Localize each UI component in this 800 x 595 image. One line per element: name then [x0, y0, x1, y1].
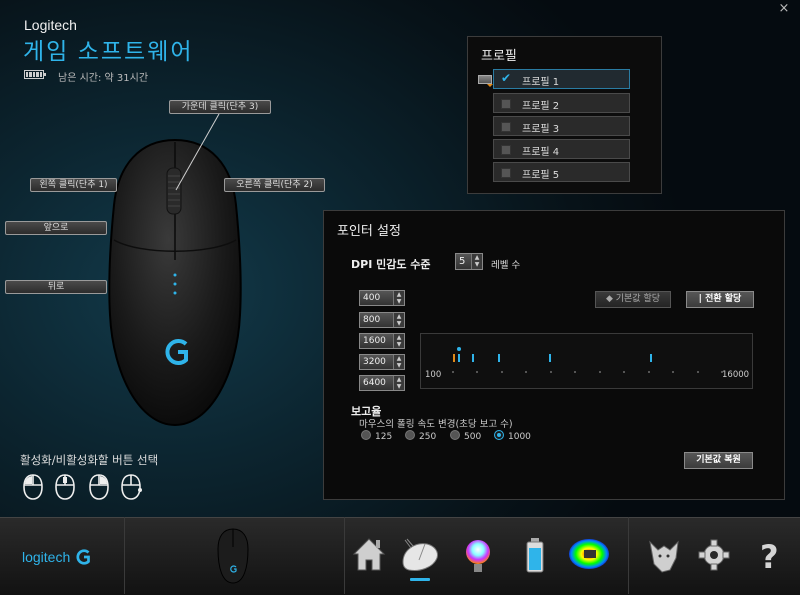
checkbox[interactable]: [501, 99, 511, 109]
profile-item-2[interactable]: 프로필 2: [493, 93, 630, 113]
assign-default-button[interactable]: ◆ 기본값 할당: [595, 291, 671, 308]
dpi-marker-800: [472, 354, 474, 362]
dpi-marker-1600: [498, 354, 500, 362]
lighting-icon[interactable]: [455, 528, 501, 584]
report-rate-500-radio[interactable]: 500: [450, 430, 481, 444]
pointer-settings-title: 포인터 설정: [337, 224, 401, 239]
checkmark-icon[interactable]: ✔: [501, 72, 511, 84]
profile-item-3[interactable]: 프로필 3: [493, 116, 630, 136]
back-button[interactable]: 뒤로: [5, 280, 107, 294]
svg-text:?: ?: [760, 538, 779, 576]
forward-button[interactable]: 앞으로: [5, 221, 107, 235]
dpi-level-2-input[interactable]: 800 ▲ ▼: [359, 312, 405, 328]
report-rate-1000-radio[interactable]: 1000: [494, 430, 531, 444]
settings-gear-icon[interactable]: [691, 528, 737, 584]
report-rate-250-radio[interactable]: 250: [405, 430, 436, 444]
dpi-level-5-input[interactable]: 6400 ▲ ▼: [359, 375, 405, 391]
help-icon[interactable]: ?: [748, 528, 794, 584]
dpi-current-indicator-icon: [457, 347, 461, 351]
dpi-marker-3200: [549, 354, 551, 362]
middle-click-button[interactable]: 가운데 클릭(단추 3): [169, 100, 271, 114]
pointer-settings-icon[interactable]: [397, 528, 443, 584]
dpi-sensitivity-label: DPI 민감도 수준: [351, 258, 431, 271]
right-click-button[interactable]: 오른쪽 클릭(단추 2): [224, 178, 325, 192]
left-click-button[interactable]: 왼쪽 클릭(단추 1): [30, 178, 117, 192]
restore-defaults-button[interactable]: 기본값 복원: [684, 452, 753, 469]
checkbox[interactable]: [501, 122, 511, 132]
profile-storage-icon[interactable]: [478, 75, 493, 87]
dpi-marker-default-icon: [453, 354, 455, 362]
report-rate-125-radio[interactable]: 125: [361, 430, 392, 444]
mouse-side-button-icon[interactable]: [120, 473, 142, 501]
active-nav-indicator: [410, 578, 430, 581]
checkbox[interactable]: [501, 168, 511, 178]
mouse-right-button-icon[interactable]: [88, 473, 110, 501]
dpi-slider-marks: [452, 347, 723, 373]
dpi-level-count-stepper[interactable]: 5 ▲ ▼: [455, 253, 483, 270]
mouse-left-button-icon[interactable]: [22, 473, 44, 501]
heatmap-icon[interactable]: [566, 528, 612, 584]
battery-status-icon[interactable]: [512, 528, 558, 584]
profile-item-1[interactable]: ✔ 프로필 1: [493, 69, 630, 89]
report-rate-description: 마우스의 폴링 속도 변경(초당 보고 수): [359, 419, 513, 430]
dpi-level-4-input[interactable]: 3200 ▲ ▼: [359, 354, 405, 370]
slider-min-label: 100: [425, 370, 442, 380]
dpi-marker-400: [458, 354, 460, 362]
level-count-label: 레벨 수: [491, 260, 521, 271]
device-mouse-thumbnail[interactable]: [215, 527, 251, 585]
profile-title: 프로필: [481, 49, 517, 64]
home-icon[interactable]: [346, 528, 392, 584]
dpi-level-1-input[interactable]: 400 ▲ ▼: [359, 290, 405, 306]
profile-item-5[interactable]: 프로필 5: [493, 162, 630, 182]
logitech-logo: logitech: [22, 548, 93, 566]
slider-max-label: 16000: [722, 370, 750, 380]
mouse-middle-button-icon[interactable]: [54, 473, 76, 501]
assign-shift-button[interactable]: | 전환 할당: [686, 291, 754, 308]
checkbox[interactable]: [501, 145, 511, 155]
logitech-g-icon: [76, 549, 91, 565]
arx-wolf-icon[interactable]: [640, 528, 686, 584]
button-select-title: 활성화/비활성화할 버튼 선택: [20, 453, 159, 467]
dpi-marker-6400: [650, 354, 652, 362]
profile-item-4[interactable]: 프로필 4: [493, 139, 630, 159]
dpi-level-3-input[interactable]: 1600 ▲ ▼: [359, 333, 405, 349]
